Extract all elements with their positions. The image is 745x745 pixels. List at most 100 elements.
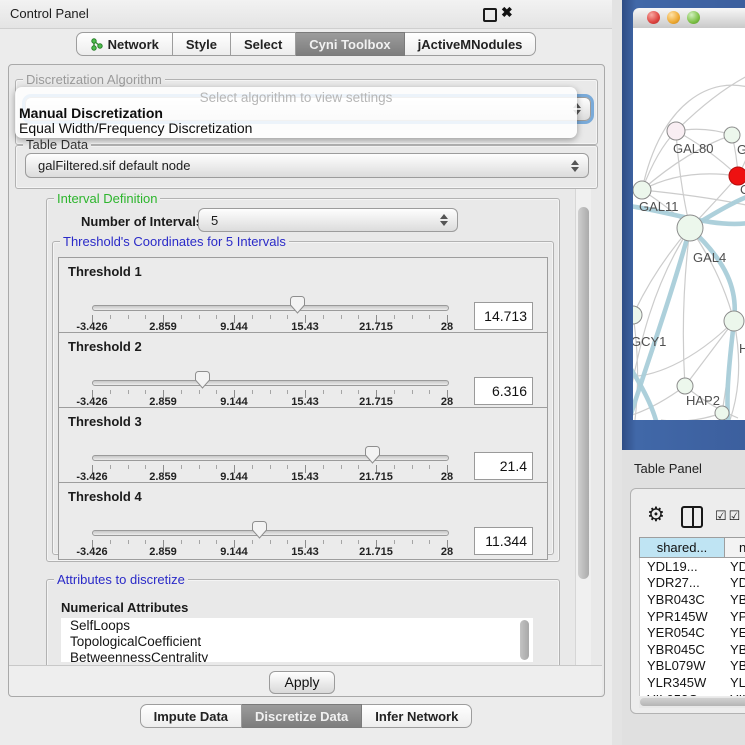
slider-tick [412, 315, 413, 319]
control-panel: Control Panel ✖ NetworkStyleSelectCyni T… [0, 0, 613, 745]
network-canvas[interactable]: GAL80GCGAL11GAL4GCY1HHAP2 [633, 28, 745, 420]
threshold-block: Threshold 3-3.4262.8599.14415.4321.71528… [58, 407, 548, 485]
table-row[interactable]: YER054CYER0 [640, 624, 745, 641]
tab-jactivemnodules[interactable]: jActiveMNodules [405, 32, 537, 56]
table-horizontal-scrollbar[interactable] [639, 697, 745, 708]
close-traffic-light-icon[interactable] [647, 11, 660, 24]
numerical-attributes-list[interactable]: SelfLoopsTopologicalCoefficientBetweenne… [61, 618, 533, 662]
threshold-value-field[interactable]: 14.713 [474, 302, 533, 330]
slider-tick [110, 465, 111, 469]
network-node-hap2[interactable] [677, 378, 693, 394]
slider-tick [429, 540, 430, 544]
network-node-gal80[interactable] [667, 122, 685, 140]
tab-label: Discretize Data [255, 709, 348, 724]
network-node[interactable] [715, 406, 729, 420]
table-data-label: Table Data [23, 137, 91, 152]
slider-thumb[interactable] [251, 521, 268, 545]
network-edge[interactable] [661, 413, 722, 420]
table-row[interactable]: YLR345WYLR3 [640, 674, 745, 691]
cell-name: YBR0 [724, 642, 745, 657]
column-header-name[interactable]: n [725, 538, 745, 557]
column-header-shared-name[interactable]: shared... [640, 538, 725, 557]
cell-name: YLR3 [724, 675, 745, 690]
tab-cyni-toolbox[interactable]: Cyni Toolbox [296, 32, 404, 56]
network-window-titlebar[interactable] [633, 8, 745, 29]
slider-tick [199, 540, 200, 544]
panel-scrollbar[interactable] [575, 189, 591, 666]
attribute-list-item[interactable]: SelfLoops [61, 618, 533, 634]
close-icon[interactable]: ✖ [501, 4, 513, 21]
slider-tick [341, 465, 342, 469]
checkbox-columns-icon[interactable]: ☑☑ [715, 508, 742, 524]
network-icon [90, 38, 103, 51]
table-row[interactable]: YPR145WYPR1 [640, 608, 745, 625]
slider-track[interactable] [92, 530, 449, 536]
threshold-value-field[interactable]: 6.316 [474, 377, 533, 405]
application-window: Control Panel ✖ NetworkStyleSelectCyni T… [0, 0, 745, 745]
network-node-g[interactable] [724, 127, 740, 143]
gear-icon[interactable]: ⚙ [647, 505, 665, 525]
table-row[interactable]: YBL079WYBL0 [640, 658, 745, 675]
minimize-traffic-light-icon[interactable] [667, 11, 680, 24]
tab-label: Impute Data [154, 709, 228, 724]
network-node-gcy1[interactable] [633, 306, 642, 324]
apply-button[interactable]: Apply [269, 671, 335, 694]
cell-shared-name: YDR27... [640, 575, 724, 590]
zoom-traffic-light-icon[interactable] [687, 11, 700, 24]
popup-item-equal-width[interactable]: Equal Width/Frequency Discretization [19, 120, 252, 136]
threshold-label: Threshold 3 [68, 414, 142, 429]
threshold-value-field[interactable]: 11.344 [474, 527, 533, 555]
slider-track[interactable] [92, 380, 449, 386]
slider-track[interactable] [92, 305, 449, 311]
number-of-intervals-combobox[interactable]: 5 [198, 208, 458, 232]
table-data-combobox[interactable]: galFiltered.sif default node [25, 153, 589, 178]
attribute-list-item[interactable]: TopologicalCoefficient [61, 634, 533, 650]
slider-track[interactable] [92, 455, 449, 461]
table-panel-title: Table Panel [634, 461, 702, 476]
threshold-label: Threshold 2 [68, 339, 142, 354]
table-horizontal-scrollbar-thumb[interactable] [640, 698, 745, 706]
network-node-gal11[interactable] [633, 181, 651, 199]
tab-network[interactable]: Network [76, 32, 173, 56]
slider-tick [412, 390, 413, 394]
split-columns-icon[interactable] [681, 506, 703, 528]
float-window-icon[interactable] [483, 8, 497, 22]
slider-tick [394, 315, 395, 319]
table-row[interactable]: YBR045CYBR0 [640, 641, 745, 658]
network-node-label: C [740, 182, 745, 197]
cell-shared-name: YBR043C [640, 592, 724, 607]
table-row[interactable]: YDR27...YDR2 [640, 575, 745, 592]
tab-label: Select [244, 37, 282, 52]
slider-thumb[interactable] [364, 446, 381, 470]
slider-thumb[interactable] [289, 296, 306, 320]
table-row[interactable]: YDL19...YDL1 [640, 558, 745, 575]
interval-definition-label: Interval Definition [54, 191, 160, 206]
network-node-gal4[interactable] [677, 215, 703, 241]
network-node-h[interactable] [724, 311, 744, 331]
table-row[interactable]: YBR043CYBR0 [640, 591, 745, 608]
popup-item-manual-discretization[interactable]: Manual Discretization [19, 105, 163, 121]
cell-name: YER0 [724, 625, 745, 640]
tab-select[interactable]: Select [231, 32, 296, 56]
attribute-list-scrollbar[interactable] [520, 620, 529, 660]
attributes-group-label: Attributes to discretize [54, 572, 188, 587]
tab-discretize-data[interactable]: Discretize Data [242, 704, 362, 728]
network-node-label: G [737, 142, 745, 157]
tab-impute-data[interactable]: Impute Data [140, 704, 242, 728]
panel-scrollbar-thumb[interactable] [578, 207, 589, 579]
slider-thumb[interactable] [194, 371, 211, 395]
slider-tick [394, 465, 395, 469]
threshold-value-field[interactable]: 21.4 [474, 452, 533, 480]
slider-tick [412, 465, 413, 469]
network-view-window: GAL80GCGAL11GAL4GCY1HHAP2 [622, 0, 745, 450]
slider-tick [145, 465, 146, 469]
slider-tick [199, 315, 200, 319]
attribute-list-item[interactable]: BetweennessCentrality [61, 650, 533, 662]
tab-infer-network[interactable]: Infer Network [362, 704, 472, 728]
table-row[interactable]: YIL052CYIL0 [640, 691, 745, 696]
network-edge[interactable] [642, 174, 738, 190]
slider-tick [323, 465, 324, 469]
cell-name: YPR1 [724, 609, 745, 624]
tab-style[interactable]: Style [173, 32, 231, 56]
node-table: shared...n YDL19...YDL1YDR27...YDR2YBR04… [639, 537, 745, 697]
